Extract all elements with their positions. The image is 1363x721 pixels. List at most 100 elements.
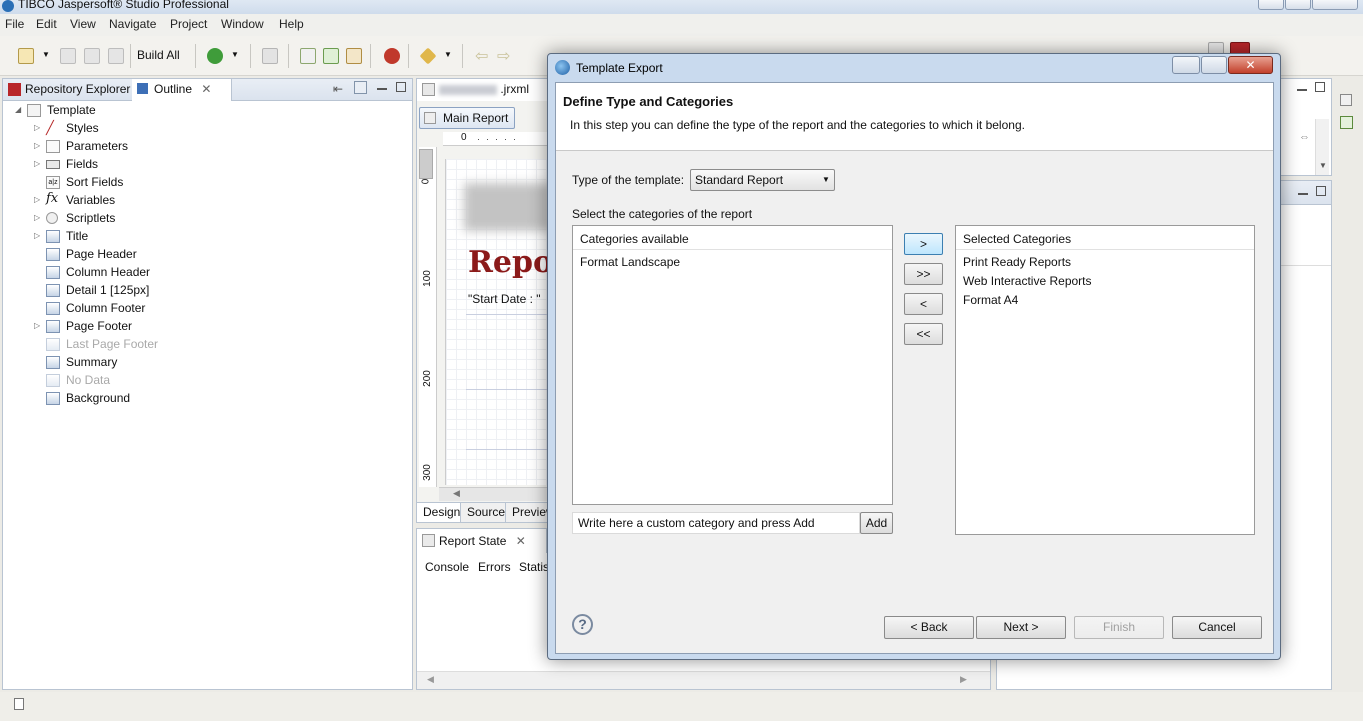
tab-preview[interactable]: Preview [507,503,555,522]
new-file-icon[interactable] [18,48,34,64]
custom-category-input[interactable]: Write here a custom category and press A… [572,512,860,534]
close-tab-icon[interactable]: ✕ [201,82,211,96]
sort-icon: a|z [46,176,60,189]
fast-view-icon[interactable] [14,698,24,710]
scroll-left-icon[interactable]: ◀ [427,674,434,685]
build-all-button[interactable]: Build All [137,48,180,62]
scriptlet-icon [46,212,58,224]
subtab-console[interactable]: Console [425,560,469,574]
panel-minimize-icon[interactable] [377,88,387,90]
collapse-all-icon[interactable]: ⇤ [333,82,343,96]
report-state-icon [422,534,435,547]
panel-minimize-icon[interactable] [1298,193,1308,195]
edit-icon[interactable] [346,48,362,64]
scroll-down-icon[interactable]: ▼ [1319,161,1327,170]
dialog-close-button[interactable]: ✕ [1228,56,1273,74]
report-state-scrollbar[interactable]: ◀ ▶ [417,671,990,689]
brush-icon: ╱ [46,120,54,135]
band-icon [46,374,60,387]
dialog-maximize-button[interactable] [1201,56,1227,74]
menu-window[interactable]: Window [221,17,264,31]
forward-nav-icon[interactable]: ⇨ [497,46,510,66]
function-icon: fx [46,191,59,206]
chevron-down-icon: ▼ [822,175,830,184]
report-canvas[interactable]: Repor "Start Date : " [445,159,569,485]
vertical-scroll-thumb[interactable] [419,149,433,179]
remove-selected-button[interactable]: < [904,293,943,315]
debug-icon[interactable] [384,48,400,64]
menu-bar: File Edit View Navigate Project Window H… [0,14,1363,36]
add-all-button[interactable]: >> [904,263,943,285]
menu-view[interactable]: View [70,17,96,31]
panel-minimize-icon[interactable] [1297,89,1307,91]
scroll-left-icon[interactable]: ◀ [453,488,460,499]
tab-report-state[interactable]: Report State ✕ [417,529,547,553]
save-icon[interactable] [60,48,76,64]
menu-file[interactable]: File [5,17,24,31]
link-icon[interactable]: ⇔ [1299,131,1310,143]
panel-maximize-icon[interactable] [1316,186,1326,196]
categories-label: Select the categories of the report [572,207,753,221]
app-icon [2,0,14,12]
horizontal-ruler: 0 ····· [443,132,553,146]
add-category-button[interactable]: Add [860,512,893,534]
right-trim-bar [1336,92,1358,136]
main-report-button[interactable]: Main Report [419,107,515,129]
run-dropdown-icon[interactable]: ▼ [231,50,239,59]
back-nav-icon[interactable]: ⇦ [475,46,488,66]
scroll-right-icon[interactable]: ▶ [960,674,967,685]
finish-button[interactable]: Finish [1074,616,1164,639]
selected-categories-list[interactable]: Selected Categories Print Ready Reports … [955,225,1255,535]
export-icon[interactable] [323,48,339,64]
dropdown-arrow-icon[interactable]: ▼ [42,50,50,59]
subtab-statistics[interactable]: Statis [519,560,549,574]
tab-jrxml-file[interactable]: .jrxml [417,79,551,101]
tab-repository-explorer[interactable]: Repository Explorer [3,79,131,101]
wand-icon[interactable] [419,47,437,65]
menu-edit[interactable]: Edit [36,17,57,31]
save-all-icon[interactable] [84,48,100,64]
tab-source[interactable]: Source [462,503,506,522]
available-categories-list[interactable]: Categories available Format Landscape [572,225,893,505]
close-tab-icon[interactable]: ✕ [516,534,526,548]
list-item[interactable]: Format A4 [963,293,1018,307]
help-icon[interactable]: ? [572,614,593,635]
menu-project[interactable]: Project [170,17,207,31]
band-icon [46,248,60,261]
report-icon[interactable] [262,48,278,64]
list-item[interactable]: Web Interactive Reports [963,274,1092,288]
restore-view-icon[interactable] [1340,94,1352,106]
list-item[interactable]: Format Landscape [580,255,680,269]
panel-maximize-icon[interactable] [396,82,406,92]
cancel-button[interactable]: Cancel [1172,616,1262,639]
maximize-button[interactable] [1285,0,1311,10]
subtab-errors[interactable]: Errors [478,560,511,574]
print-icon[interactable] [108,48,124,64]
tab-design[interactable]: Design [417,503,461,522]
dialog-minimize-button[interactable] [1172,56,1200,74]
band-icon [46,284,60,297]
add-view-icon[interactable] [1340,116,1353,129]
publish-icon[interactable] [300,48,316,64]
menu-help[interactable]: Help [279,17,304,31]
add-selected-button[interactable]: > [904,233,943,255]
wand-dropdown-icon[interactable]: ▼ [444,50,452,59]
band-icon [46,320,60,333]
template-type-select[interactable]: Standard Report ▼ [690,169,835,191]
view-menu-icon[interactable] [354,81,367,94]
run-icon[interactable] [207,48,223,64]
dialog-content: Define Type and Categories In this step … [555,82,1274,654]
close-window-button[interactable] [1312,0,1358,10]
ruler-ticks: ····· [477,134,522,144]
minimize-button[interactable] [1258,0,1284,10]
list-item[interactable]: Print Ready Reports [963,255,1071,269]
panel-maximize-icon[interactable] [1315,82,1325,92]
horizontal-scrollbar[interactable]: ◀ [439,487,552,501]
tab-outline[interactable]: Outline ✕ [132,79,232,101]
back-button[interactable]: < Back [884,616,974,639]
remove-all-button[interactable]: << [904,323,943,345]
vertical-scrollbar[interactable]: ▼ [1315,119,1329,175]
menu-navigate[interactable]: Navigate [109,17,156,31]
template-export-dialog: Template Export ✕ Define Type and Catego… [547,53,1281,660]
next-button[interactable]: Next > [976,616,1066,639]
